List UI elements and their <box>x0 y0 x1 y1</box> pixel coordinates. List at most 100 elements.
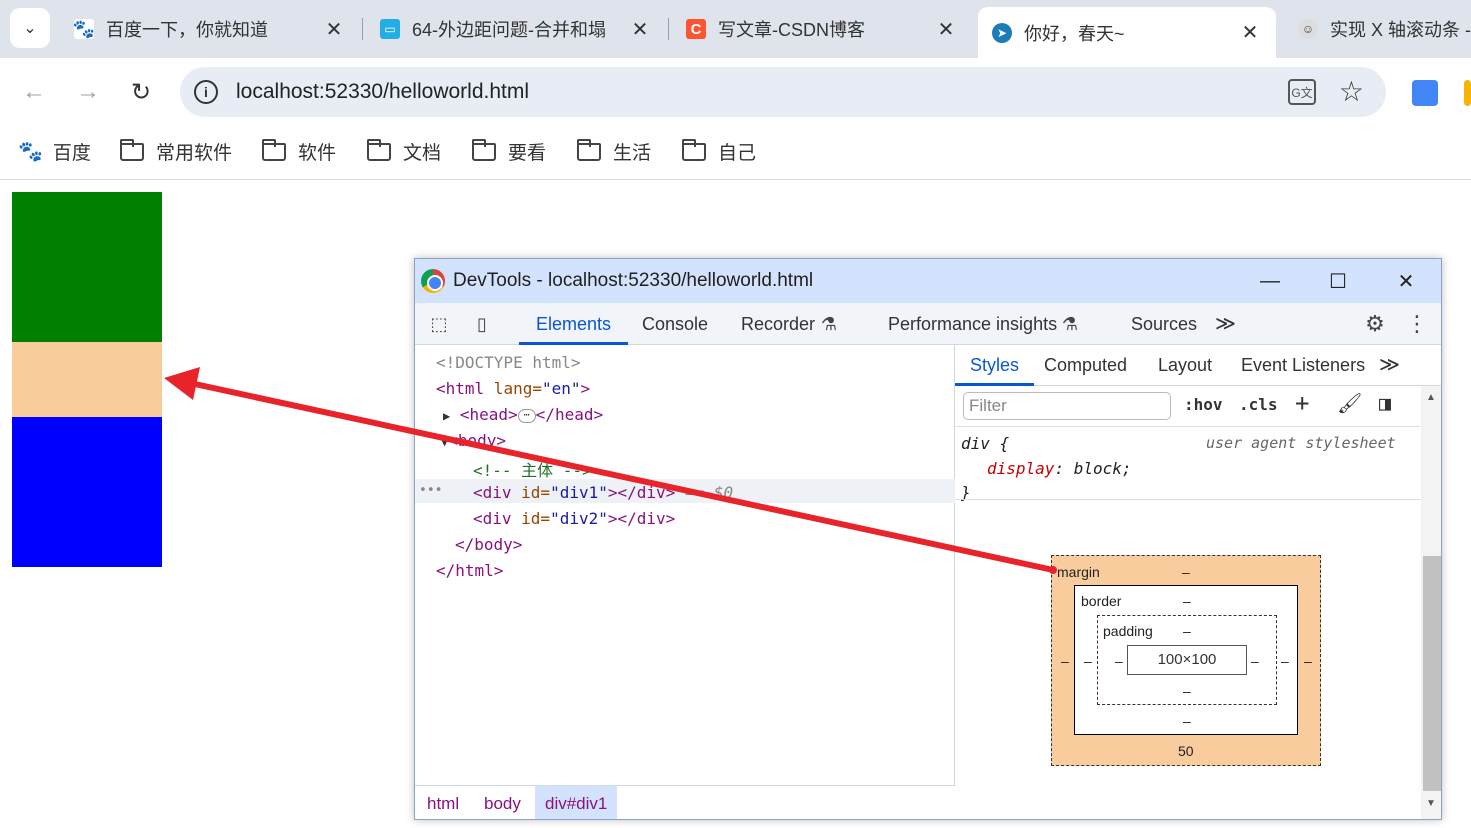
more-tabs-chevron-icon[interactable]: ≫ <box>1379 345 1400 386</box>
google-translate-extension-icon[interactable] <box>1412 80 1438 106</box>
styles-filter-input[interactable]: Filter <box>963 392 1171 420</box>
padding-right-value[interactable]: – <box>1251 653 1259 669</box>
bookmark-folder-software[interactable]: 软件 <box>262 138 336 165</box>
close-icon[interactable]: ✕ <box>628 17 652 42</box>
close-icon[interactable]: ✕ <box>322 17 346 42</box>
dom-doctype[interactable]: <!DOCTYPE html> <box>436 353 581 372</box>
div1-green-box[interactable] <box>12 192 162 342</box>
breadcrumb-html[interactable]: html <box>417 786 469 819</box>
avatar-icon: ☺ <box>1298 19 1318 39</box>
padding-bottom-value[interactable]: – <box>1183 683 1191 699</box>
scroll-down-icon[interactable]: ▼ <box>1426 798 1436 809</box>
dom-comment[interactable]: <!-- 主体 --> <box>473 457 592 481</box>
close-icon[interactable]: ✕ <box>1238 20 1262 45</box>
bookmark-folder-to-read[interactable]: 要看 <box>472 138 546 165</box>
device-toolbar-icon[interactable]: ▯ <box>470 312 494 336</box>
tab-csdn[interactable]: C 写文章-CSDN博客 ✕ <box>672 7 972 51</box>
bookmark-folder-life[interactable]: 生活 <box>577 138 651 165</box>
tab-performance-insights[interactable]: Performance insights <box>888 303 1057 345</box>
breadcrumb-body[interactable]: body <box>474 786 531 819</box>
site-info-icon[interactable]: i <box>194 80 218 104</box>
dom-html-close[interactable]: </html> <box>436 561 503 580</box>
css-property: display <box>987 459 1055 478</box>
tab-baidu[interactable]: 🐾 百度一下，你就知道 ✕ <box>60 7 360 51</box>
dom-div1[interactable]: <div id="div1"></div> == $0 <box>473 483 733 502</box>
tab-active-page[interactable]: ➤ 你好，春天~ ✕ <box>978 7 1276 58</box>
tab-search-dropdown-icon[interactable]: ⌄ <box>10 8 50 48</box>
translate-icon[interactable]: G文 <box>1288 79 1316 105</box>
bookmark-folder-docs[interactable]: 文档 <box>367 138 441 165</box>
dom-html-open[interactable]: <html lang="en"> <box>436 379 590 398</box>
margin-right-value[interactable]: – <box>1304 653 1312 669</box>
forward-arrow-icon[interactable]: → <box>70 74 106 110</box>
bookmark-folder-self[interactable]: 自己 <box>682 138 756 165</box>
close-icon[interactable]: ✕ <box>934 17 958 42</box>
dom-div2[interactable]: <div id="div2"></div> <box>473 509 675 528</box>
border-left-value[interactable]: – <box>1084 653 1092 669</box>
bookmark-star-icon[interactable]: ☆ <box>1339 75 1364 108</box>
collapsed-ellipsis-icon[interactable]: ⋯ <box>517 408 536 423</box>
tag: </head> <box>535 405 604 424</box>
row-options-dots[interactable]: ••• <box>419 483 442 498</box>
address-bar[interactable]: i localhost:52330/helloworld.html G文 ☆ <box>180 67 1386 117</box>
settings-gear-icon[interactable]: ⚙ <box>1363 311 1387 336</box>
tab-recorder[interactable]: Recorder <box>741 303 815 345</box>
padding-left-value[interactable]: – <box>1115 653 1123 669</box>
bookmark-folder-common-software[interactable]: 常用软件 <box>120 138 232 165</box>
extension-icon[interactable] <box>1464 80 1471 106</box>
url-text[interactable]: localhost:52330/helloworld.html <box>236 80 529 104</box>
hover-state-toggle[interactable]: :hov <box>1184 395 1223 414</box>
box-model-margin[interactable]: margin – – – 50 border – – – – padding –… <box>1051 555 1321 766</box>
inspect-element-icon[interactable]: ⬚ <box>427 312 451 336</box>
attr: id= <box>511 509 551 528</box>
breadcrumb-div1[interactable]: div#div1 <box>535 786 618 819</box>
rule-selector[interactable]: div { <box>961 434 1009 453</box>
new-style-rule-icon[interactable]: + <box>1295 389 1309 417</box>
bookmark-baidu[interactable]: 🐾 百度 <box>18 138 91 165</box>
dom-body-close[interactable]: </body> <box>455 535 522 554</box>
box-model-padding[interactable]: padding – – – – 100×100 <box>1097 615 1277 705</box>
border-bottom-value[interactable]: – <box>1183 713 1191 729</box>
tab-computed[interactable]: Computed <box>1044 345 1127 386</box>
styles-scrollbar[interactable]: ▲ ▼ <box>1421 386 1441 819</box>
padding-top-value[interactable]: – <box>1183 623 1191 639</box>
folder-icon <box>120 138 144 161</box>
expand-triangle-icon[interactable]: ▶ <box>443 409 450 423</box>
margin-left-value[interactable]: – <box>1061 653 1069 669</box>
tab-scrollbar[interactable]: ☺ 实现 X 轴滚动条 - <box>1284 7 1471 51</box>
scroll-up-icon[interactable]: ▲ <box>1426 392 1436 403</box>
class-toggle[interactable]: .cls <box>1239 395 1278 414</box>
div1-margin-highlight <box>12 342 162 417</box>
more-tabs-chevron-icon[interactable]: ≫ <box>1215 303 1236 345</box>
tab-event-listeners[interactable]: Event Listeners <box>1241 345 1365 386</box>
minimize-icon[interactable]: — <box>1255 267 1285 295</box>
margin-top-value[interactable]: – <box>1182 564 1190 580</box>
more-options-kebab-icon[interactable]: ⋮ <box>1405 311 1429 336</box>
paint-brush-icon[interactable]: 🖌 <box>1337 391 1362 415</box>
scroll-thumb[interactable] <box>1423 556 1441 791</box>
back-arrow-icon[interactable]: ← <box>16 74 52 110</box>
tag: <html <box>436 379 485 398</box>
tab-sources[interactable]: Sources <box>1131 303 1197 345</box>
box-model-content-size[interactable]: 100×100 <box>1127 645 1247 675</box>
margin-bottom-value[interactable]: 50 <box>1178 743 1194 759</box>
box-model-border[interactable]: border – – – – padding – – – – 100×100 <box>1074 585 1298 735</box>
reload-icon[interactable]: ↻ <box>123 74 159 110</box>
tab-styles[interactable]: Styles <box>955 345 1035 386</box>
close-icon[interactable]: ✕ <box>1391 267 1421 295</box>
tab-bilibili[interactable]: ▭ 64-外边距问题-合并和塌 ✕ <box>366 7 666 51</box>
maximize-icon[interactable]: ☐ <box>1323 267 1353 295</box>
div2-blue-box[interactable] <box>12 417 162 567</box>
toggle-sidebar-icon[interactable]: ◨ <box>1379 391 1391 415</box>
tag: <div <box>473 509 512 528</box>
rule-declaration[interactable]: display: block; <box>987 459 1132 478</box>
dom-body-open[interactable]: ▼<body> <box>441 431 506 450</box>
tab-layout[interactable]: Layout <box>1158 345 1212 386</box>
tab-elements[interactable]: Elements <box>519 303 629 345</box>
tab-console[interactable]: Console <box>642 303 708 345</box>
devtools-titlebar: DevTools - localhost:52330/helloworld.ht… <box>415 259 1441 303</box>
dom-head[interactable]: ▶ <head> ⋯ </head> <box>443 405 603 424</box>
bookmarks-bar: 🐾 百度 常用软件 软件 文档 要看 生活 自己 <box>0 126 1471 180</box>
border-top-value[interactable]: – <box>1183 593 1191 609</box>
border-right-value[interactable]: – <box>1281 653 1289 669</box>
